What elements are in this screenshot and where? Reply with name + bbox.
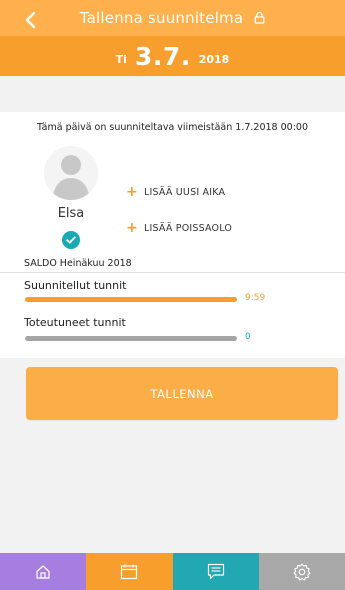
check-circle-icon <box>62 231 80 249</box>
add-absence-label: LISÄÄ POISSAOLO <box>144 222 233 234</box>
divider <box>0 272 345 273</box>
nav-messages[interactable] <box>172 553 259 590</box>
home-icon <box>36 564 50 579</box>
date-bar: Ti 3.7. 2018 <box>0 36 345 76</box>
add-time-label: LISÄÄ UUSI AIKA <box>144 186 226 198</box>
message-icon <box>207 563 224 580</box>
planned-hours-value: 9:59 <box>245 293 266 303</box>
bottom-navigation <box>0 553 345 590</box>
nav-calendar[interactable] <box>86 553 173 590</box>
date-year: 2018 <box>198 52 230 66</box>
saldo-title: SALDO Heinäkuu 2018 <box>24 258 132 269</box>
nav-settings[interactable] <box>258 553 345 590</box>
settings-icon <box>293 562 311 581</box>
calendar-icon <box>121 564 138 579</box>
nav-home[interactable] <box>0 553 87 590</box>
add-absence-button[interactable]: + LISÄÄ POISSAOLO <box>126 220 232 236</box>
deadline-notice: Tämä päivä on suunniteltava viimeistään … <box>36 122 308 133</box>
actual-hours-bar <box>25 336 237 341</box>
plus-icon: + <box>126 220 138 236</box>
save-button[interactable]: TALLENNA <box>26 367 338 420</box>
planned-hours-label: Suunnitellut tunnit <box>24 279 127 292</box>
avatar-placeholder-icon <box>44 146 98 200</box>
save-button-label: TALLENNA <box>150 386 214 401</box>
planned-hours-fill <box>25 297 237 302</box>
header: Tallenna suunnitelma Ti 3.7. 2018 <box>0 0 345 76</box>
avatar <box>44 146 98 200</box>
title-bar: Tallenna suunnitelma <box>0 0 345 36</box>
planned-hours-bar <box>25 297 237 302</box>
date-weekday: Ti <box>115 52 127 66</box>
date-day: 3.7. <box>134 41 191 71</box>
add-time-button[interactable]: + LISÄÄ UUSI AIKA <box>126 184 225 200</box>
plus-icon: + <box>126 184 138 200</box>
page-title-text: Tallenna suunnitelma <box>79 9 244 27</box>
actual-hours-value: 0 <box>245 332 251 342</box>
actual-hours-label: Toteutuneet tunnit <box>24 316 126 329</box>
user-name: Elsa <box>57 206 85 221</box>
lock-icon <box>254 11 265 24</box>
page-title: Tallenna suunnitelma <box>0 9 345 27</box>
